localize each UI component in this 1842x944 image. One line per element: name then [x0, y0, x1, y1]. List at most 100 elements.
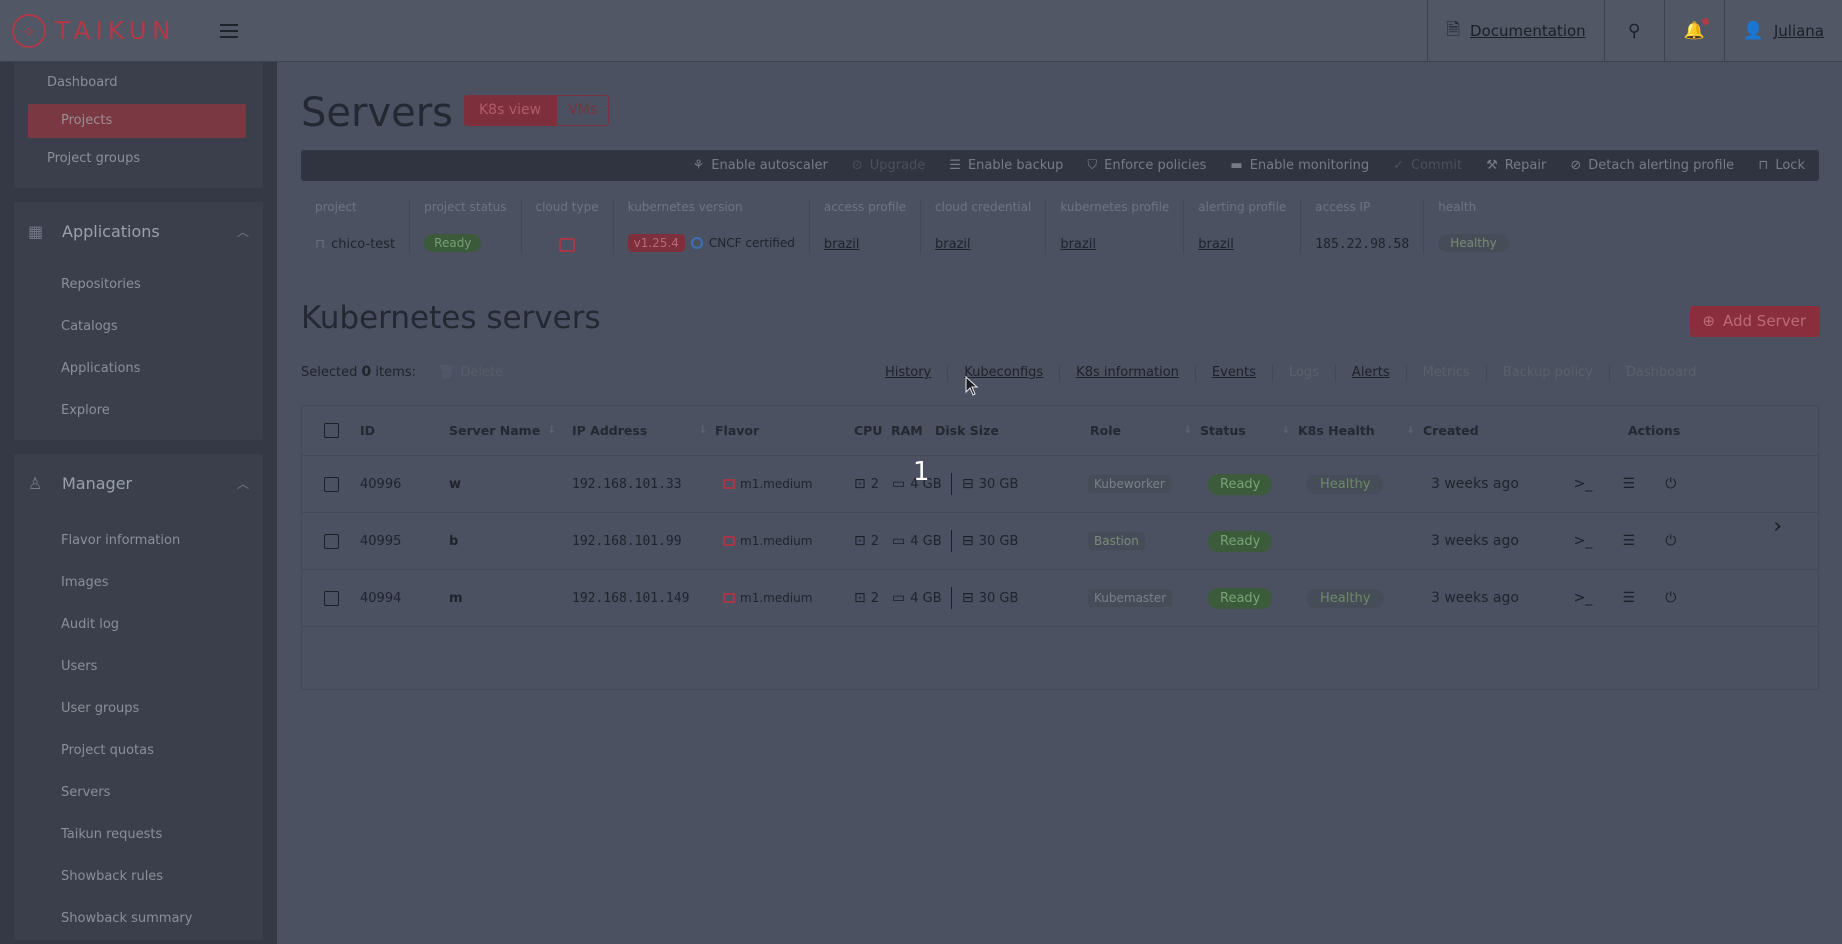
enable-autoscaler-button[interactable]: ⚘ Enable autoscaler: [693, 158, 828, 173]
sidebar-item-repositories[interactable]: Repositories: [14, 264, 263, 306]
bell-icon: 🔔: [1684, 18, 1709, 41]
documentation-link[interactable]: 🗎 Documentation: [1427, 0, 1603, 62]
tab-dashboard[interactable]: Dashboard: [1610, 364, 1713, 382]
terminal-icon[interactable]: >_: [1574, 476, 1593, 492]
col-server-name[interactable]: Server Name ↓: [449, 423, 564, 438]
power-icon[interactable]: ⏻: [1665, 476, 1676, 492]
col-cpu[interactable]: CPU: [854, 423, 891, 438]
kubernetes-profile-link[interactable]: brazil: [1060, 237, 1169, 254]
info-project-status-label: project status: [424, 200, 507, 214]
commit-button[interactable]: ✓ Commit: [1393, 158, 1462, 173]
table-row[interactable]: 40994 m 192.168.101.149 m1.medium ⊡ 2 ▭ 4 …: [302, 570, 1818, 627]
tab-logs[interactable]: Logs: [1273, 364, 1336, 382]
repair-button[interactable]: ⚒ Repair: [1486, 158, 1546, 173]
status-badge: Ready: [1208, 587, 1273, 609]
row-cpu-value: 2: [870, 476, 880, 492]
sidebar-item-project-quotas[interactable]: Project quotas: [14, 730, 263, 772]
col-actions: Actions: [1628, 423, 1681, 438]
table-row[interactable]: 40995 b 192.168.101.99 m1.medium ⊡ 2 ▭ 4 G…: [302, 513, 1818, 570]
power-icon[interactable]: ⏻: [1665, 533, 1676, 549]
action-bar: ⚘ Enable autoscaler ⊙ Upgrade ☰ Enable back…: [301, 150, 1819, 181]
tab-backup-policy[interactable]: Backup policy: [1487, 364, 1610, 382]
sidebar-item-showback-summary[interactable]: Showback summary: [14, 898, 263, 940]
sidebar-item-explore[interactable]: Explore: [14, 390, 263, 432]
sidebar-item-audit-log[interactable]: Audit log: [14, 604, 263, 646]
select-all-checkbox[interactable]: [323, 423, 339, 438]
taikun-logo[interactable]: ⟡ TAIKUN: [12, 0, 176, 62]
sidebar-section-manager[interactable]: ♙ Manager ︿: [14, 454, 263, 512]
tab-history[interactable]: History: [869, 364, 949, 382]
row-cpu-value: 2: [870, 590, 880, 606]
user-menu[interactable]: 👤 Juliana: [1723, 0, 1842, 62]
enable-monitoring-button[interactable]: ▬ Enable monitoring: [1230, 158, 1369, 173]
lock-button[interactable]: ⊓ Lock: [1758, 158, 1805, 173]
sidebar-item-dashboard[interactable]: Dashboard: [0, 62, 263, 104]
terminal-icon[interactable]: >_: [1574, 533, 1593, 549]
access-profile-link[interactable]: brazil: [824, 237, 906, 254]
sidebar-item-projects[interactable]: Projects: [28, 104, 246, 138]
tab-k8s-information[interactable]: K8s information: [1060, 364, 1196, 382]
list-icon[interactable]: ☰: [1623, 533, 1636, 549]
sidebar-item-catalogs[interactable]: Catalogs: [14, 306, 263, 348]
row-checkbox[interactable]: [323, 476, 339, 492]
col-disk-size[interactable]: Disk Size: [935, 423, 1090, 438]
info-project-status: project status Ready: [410, 200, 522, 254]
list-icon[interactable]: ☰: [1623, 590, 1636, 606]
enforce-policies-button[interactable]: ⛉ Enforce policies: [1087, 158, 1206, 173]
terminal-icon[interactable]: >_: [1574, 590, 1593, 606]
col-status[interactable]: Status ↓: [1200, 423, 1298, 438]
flavor-icon: [723, 479, 735, 489]
tab-alerts[interactable]: Alerts: [1336, 364, 1407, 382]
col-role[interactable]: Role ↓: [1090, 423, 1200, 438]
search-button[interactable]: ⚲: [1603, 0, 1664, 62]
detach-icon: ⊘: [1570, 158, 1582, 173]
col-created[interactable]: Created: [1423, 423, 1628, 438]
tab-metrics[interactable]: Metrics: [1407, 364, 1487, 382]
table-row[interactable]: 40996 w 192.168.101.33 m1.medium ⊡ 2 ▭ 4 G…: [302, 456, 1818, 513]
sidebar-item-images[interactable]: Images: [14, 562, 263, 604]
sidebar-item-showback-rules[interactable]: Showback rules: [14, 856, 263, 898]
upgrade-button[interactable]: ⊙ Upgrade: [852, 158, 926, 173]
enable-backup-button[interactable]: ☰ Enable backup: [949, 158, 1063, 173]
notifications-button[interactable]: 🔔: [1663, 0, 1724, 62]
info-cloud-type-label: cloud type: [535, 200, 599, 214]
sidebar-item-user-groups[interactable]: User groups: [14, 688, 263, 730]
alerting-profile-link[interactable]: brazil: [1198, 237, 1286, 254]
disk-icon: ⊟: [962, 476, 974, 492]
power-icon[interactable]: ⏻: [1665, 590, 1676, 606]
list-icon[interactable]: ☰: [1623, 476, 1636, 492]
sidebar-item-users[interactable]: Users: [14, 646, 263, 688]
k8s-view-button[interactable]: K8s view: [464, 95, 557, 126]
sidebar-item-project-groups[interactable]: Project groups: [0, 138, 263, 180]
delete-button[interactable]: 🗑 Delete: [438, 365, 503, 380]
cloud-credential-link[interactable]: brazil: [935, 237, 1031, 254]
col-role-label: Role: [1090, 423, 1121, 438]
tab-events[interactable]: Events: [1196, 364, 1273, 382]
row-flavor: m1.medium: [723, 477, 854, 491]
row-status: Ready: [1208, 473, 1306, 495]
row-server-name: b: [449, 533, 459, 549]
vms-button[interactable]: VMs: [556, 95, 610, 126]
col-flavor[interactable]: Flavor: [715, 423, 854, 438]
col-id[interactable]: ID: [360, 423, 449, 438]
hamburger-menu-icon[interactable]: [219, 23, 238, 38]
sidebar-section-applications[interactable]: ▦ Applications ︿: [14, 202, 263, 260]
row-checkbox[interactable]: [323, 533, 339, 549]
sidebar-item-applications[interactable]: Applications: [14, 348, 263, 390]
selection-prefix: Selected: [301, 365, 358, 380]
disk-icon: ⊟: [962, 533, 974, 549]
col-ip-address[interactable]: IP Address ↓: [572, 423, 715, 438]
detach-alerting-profile-button[interactable]: ⊘ Detach alerting profile: [1570, 158, 1734, 173]
row-role: Kubemaster: [1088, 589, 1208, 607]
chevron-right-icon[interactable]: ›: [1773, 514, 1782, 539]
sidebar-item-flavor-information[interactable]: Flavor information: [14, 520, 263, 562]
sidebar-item-servers[interactable]: Servers: [14, 772, 263, 814]
manager-heading: Manager: [62, 473, 133, 493]
col-ram[interactable]: RAM: [891, 423, 935, 438]
add-server-button[interactable]: ⊕ Add Server: [1690, 306, 1820, 337]
info-project-label: project: [315, 200, 357, 214]
row-checkbox[interactable]: [323, 590, 339, 606]
sidebar-item-taikun-requests[interactable]: Taikun requests: [14, 814, 263, 856]
row-ip-address: 192.168.101.99: [572, 533, 682, 549]
col-k8s-health[interactable]: K8s Health ↓: [1298, 423, 1423, 438]
